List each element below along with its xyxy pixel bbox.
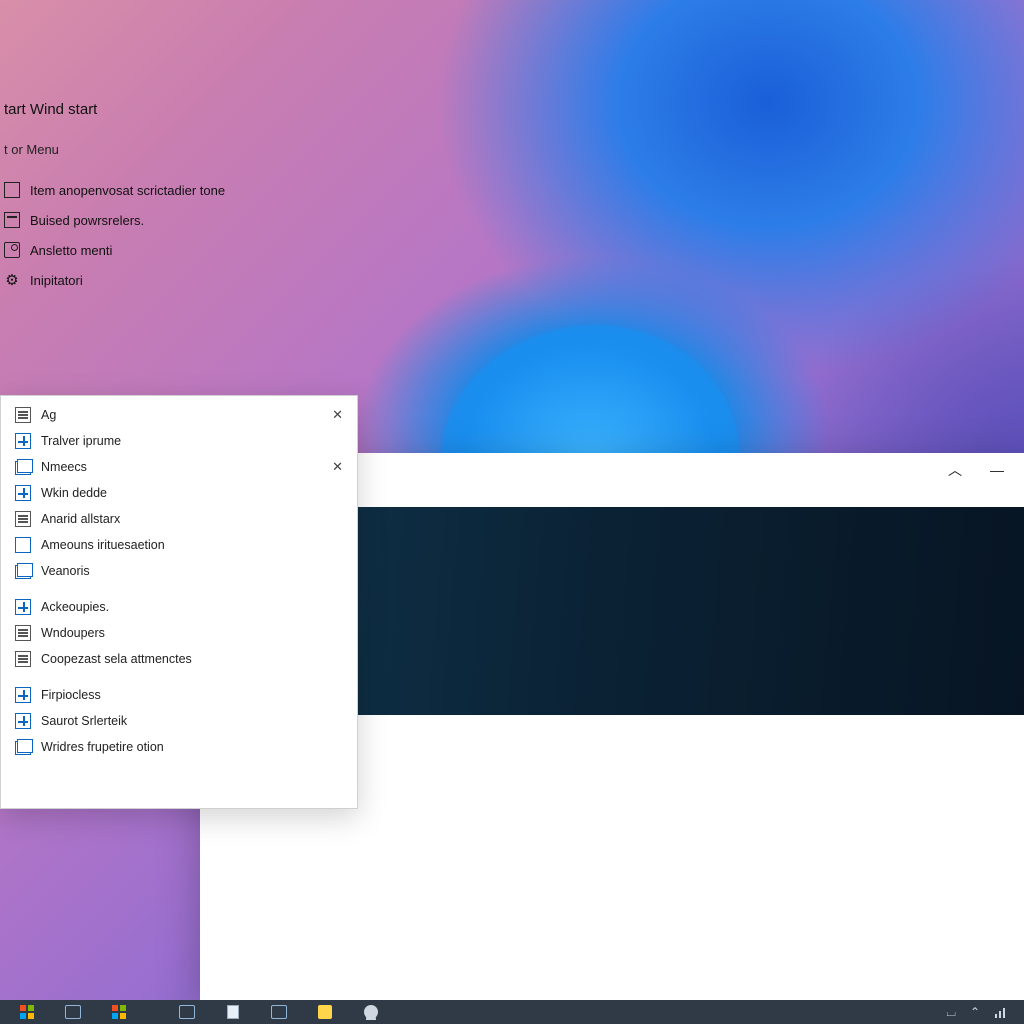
chart-icon: [15, 485, 31, 501]
grid-icon: [15, 687, 31, 703]
apps-item-12[interactable]: Wridres frupetire otion: [1, 734, 357, 760]
apps-item-6[interactable]: Veanoris: [1, 558, 357, 584]
start-item-label: Inipitatori: [30, 273, 83, 288]
apps-item-label: Ameouns irituesaetion: [41, 538, 165, 552]
taskbar-folder[interactable]: [166, 1002, 208, 1022]
apps-item-2[interactable]: Nmeecs ✕: [1, 454, 357, 480]
taskbar-doc[interactable]: [212, 1002, 254, 1022]
apps-item-label: Wndoupers: [41, 626, 105, 640]
notes-icon: [318, 1005, 332, 1019]
tray-network-icon[interactable]: [994, 1005, 1008, 1019]
square-icon: [15, 537, 31, 553]
building-icon: [15, 459, 31, 475]
blank-icon: [15, 651, 31, 667]
taskbar-people[interactable]: [350, 1002, 392, 1022]
grid-icon: [15, 433, 31, 449]
taskbar-mail[interactable]: [52, 1002, 94, 1022]
apps-item-1[interactable]: Tralver iprume: [1, 428, 357, 454]
close-icon[interactable]: ✕: [332, 459, 343, 475]
start-item-label: Buised powrsrelers.: [30, 213, 144, 228]
apps-item-3[interactable]: Wkin dedde: [1, 480, 357, 506]
apps-item-11[interactable]: Saurot Srlerteik: [1, 708, 357, 734]
apps-item-label: Veanoris: [41, 564, 90, 578]
apps-item-label: Saurot Srlerteik: [41, 714, 127, 728]
tray-up-icon[interactable]: ⌃: [970, 1005, 980, 1019]
windows-icon: [112, 1005, 126, 1019]
apps-item-label: Ackeoupies.: [41, 600, 109, 614]
taskbar-browser[interactable]: [258, 1002, 300, 1022]
list-icon: [4, 182, 20, 198]
list2-icon: [15, 599, 31, 615]
apps-item-8[interactable]: Wndoupers: [1, 620, 357, 646]
taskbar-windows[interactable]: [98, 1002, 140, 1022]
grid-icon: [15, 713, 31, 729]
taskbar-notes[interactable]: [304, 1002, 346, 1022]
stack-icon: [15, 563, 31, 579]
doc-icon: [15, 511, 31, 527]
apps-item-label: Anarid allstarx: [41, 512, 120, 526]
apps-item-label: Coopezast sela attmenctes: [41, 652, 192, 666]
minimize-button[interactable]: —: [990, 462, 1004, 478]
system-tray: ⌴ ⌃: [946, 1005, 1018, 1020]
start-subtitle: t or Menu: [0, 136, 360, 175]
doc-icon: [15, 625, 31, 641]
apps-item-9[interactable]: Coopezast sela attmenctes: [1, 646, 357, 672]
apps-item-0[interactable]: Ag ✕: [1, 402, 357, 428]
start-item-3[interactable]: Inipitatori: [0, 265, 360, 295]
apps-item-label: Wkin dedde: [41, 486, 107, 500]
close-icon[interactable]: ✕: [332, 407, 343, 423]
start-title: tart Wind start: [0, 95, 360, 136]
start-item-label: Item anopenvosat scrictadier tone: [30, 183, 225, 198]
people-icon: [364, 1005, 378, 1019]
taskbar: ⌴ ⌃: [0, 1000, 1024, 1024]
start-item-label: Ansletto menti: [30, 243, 112, 258]
doc-icon: [227, 1005, 239, 1019]
apps-item-10[interactable]: Firpiocless: [1, 682, 357, 708]
apps-item-label: Wridres frupetire otion: [41, 740, 164, 754]
taskbar-start[interactable]: [6, 1002, 48, 1022]
start-item-0[interactable]: Item anopenvosat scrictadier tone: [0, 175, 360, 205]
mail-icon: [65, 1005, 81, 1019]
stack-icon: [15, 739, 31, 755]
apps-item-label: Tralver iprume: [41, 434, 121, 448]
apps-panel: Ag ✕ Tralver iprume Nmeecs ✕ Wkin dedde Anarid…: [0, 395, 358, 809]
start-shell: tart Wind start t or Menu Item anopenvos…: [0, 95, 360, 295]
start-item-2[interactable]: Ansletto menti: [0, 235, 360, 265]
gear-icon: [4, 272, 20, 288]
folder-icon: [179, 1005, 195, 1019]
letter-icon: [15, 407, 31, 423]
apps-item-label: Firpiocless: [41, 688, 101, 702]
apps-item-label: Ag: [41, 408, 56, 422]
apps-item-label: Nmeecs: [41, 460, 87, 474]
apps-item-7[interactable]: Ackeoupies.: [1, 594, 357, 620]
browser-icon: [271, 1005, 287, 1019]
collapse-button[interactable]: ︿: [948, 460, 962, 480]
windows-icon: [20, 1005, 34, 1019]
tray-ime-icon[interactable]: ⌴: [946, 1005, 956, 1020]
calendar-icon: [4, 212, 20, 228]
start-item-1[interactable]: Buised powrsrelers.: [0, 205, 360, 235]
apps-item-5[interactable]: Ameouns irituesaetion: [1, 532, 357, 558]
disk-icon: [4, 242, 20, 258]
apps-item-4[interactable]: Anarid allstarx: [1, 506, 357, 532]
